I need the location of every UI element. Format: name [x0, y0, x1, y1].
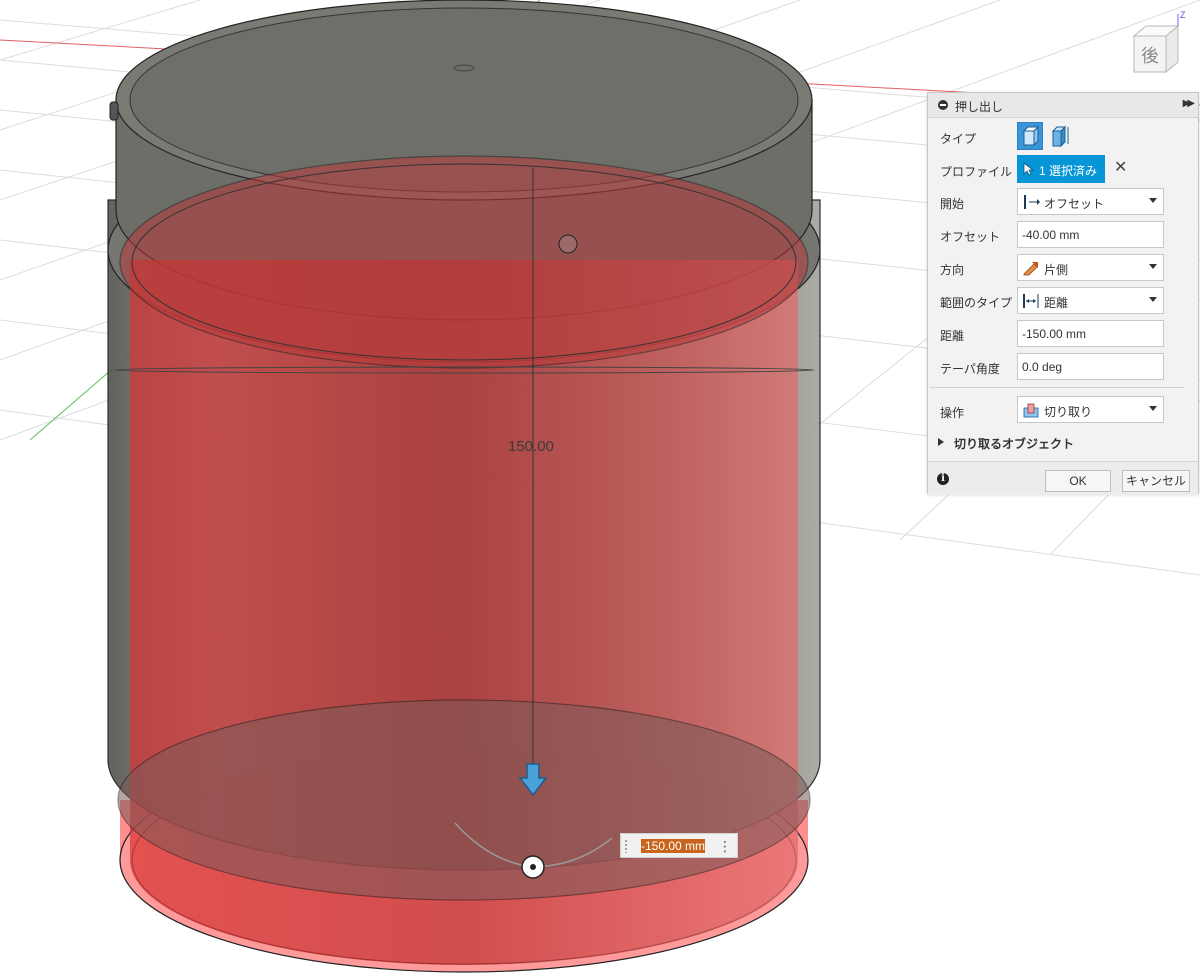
grip-handle-icon[interactable] [624, 839, 629, 853]
offset-value: -40.00 mm [1022, 228, 1080, 242]
expand-icon[interactable]: ▶▶ [1183, 98, 1196, 109]
distance-input-text[interactable]: -150.00 mm [641, 839, 706, 853]
extent-label: 範囲のタイプ [940, 296, 1013, 310]
distance-field[interactable]: -150.00 mm [1017, 320, 1164, 347]
chevron-down-icon [1149, 264, 1157, 269]
direction-dropdown[interactable]: 片側 [1017, 254, 1164, 281]
collapse-icon[interactable] [938, 100, 948, 110]
profile-label: プロファイル [940, 165, 1013, 179]
offset-label: オフセット [940, 230, 1001, 244]
ok-button[interactable]: OK [1045, 470, 1111, 492]
section-divider [930, 387, 1184, 388]
taper-angle-value: 0.0 deg [1022, 360, 1063, 374]
extent-dropdown[interactable]: 距離 [1017, 287, 1164, 314]
chevron-right-icon[interactable] [938, 438, 944, 446]
view-cube[interactable]: Z 後 [1128, 10, 1192, 80]
cancel-button[interactable]: キャンセル [1122, 470, 1190, 492]
taper-angle-input[interactable]: 0.0 deg [1017, 353, 1164, 380]
objects-to-cut-section[interactable]: 切り取るオブジェクト [954, 435, 1074, 452]
direction-value: 片側 [1044, 263, 1069, 277]
chevron-down-icon [1149, 198, 1157, 203]
cursor-arrow-icon [1023, 162, 1035, 176]
dialog-header[interactable]: 押し出し ▶▶ [928, 93, 1198, 118]
distance-value-box[interactable]: -150.00 mm ⋮ [620, 833, 738, 858]
operation-dropdown[interactable]: 切り取り [1017, 396, 1164, 423]
type-solid-button[interactable] [1017, 122, 1043, 150]
operation-value: 切り取り [1044, 405, 1093, 419]
distance-label: 距離 [940, 329, 965, 343]
distance-value: -150.00 mm [1022, 327, 1087, 341]
thin-extrude-icon [1051, 125, 1069, 148]
start-dropdown[interactable]: オフセット [1017, 188, 1164, 215]
info-icon[interactable]: i [937, 473, 949, 485]
type-label: タイプ [940, 132, 977, 146]
chevron-down-icon [1149, 297, 1157, 302]
profile-select-button[interactable]: 1 選択済み [1017, 155, 1105, 183]
extrude-dialog: 押し出し ▶▶ タイプ プロファイル 1 選択済み ✕ 開始 オフセット オフセ… [927, 92, 1199, 495]
profile-select-text: 1 選択済み [1039, 164, 1098, 178]
distance-input[interactable]: -150.00 mm [639, 838, 729, 854]
view-cube-face-back[interactable]: 後 [1134, 38, 1166, 72]
start-label: 開始 [940, 197, 965, 211]
dialog-footer: i OK キャンセル [928, 461, 1198, 495]
chevron-down-icon [1149, 406, 1157, 411]
axis-z-label: Z [1180, 10, 1186, 20]
more-options-icon[interactable]: ⋮ [718, 837, 732, 855]
operation-label: 操作 [940, 406, 965, 420]
dialog-title: 押し出し [955, 100, 1004, 114]
offset-input[interactable]: -40.00 mm [1017, 221, 1164, 248]
type-thin-button[interactable] [1047, 122, 1073, 150]
cut-operation-icon [1023, 403, 1039, 418]
start-value: オフセット [1044, 197, 1105, 211]
pivot-handle-icon[interactable] [521, 855, 545, 879]
distance-extent-icon [1023, 294, 1039, 308]
one-side-direction-icon [1023, 262, 1038, 276]
direction-label: 方向 [940, 263, 965, 277]
hole-feature[interactable] [558, 234, 578, 254]
clear-selection-icon[interactable]: ✕ [1114, 159, 1127, 177]
solid-extrude-icon [1022, 125, 1040, 147]
taper-angle-label: テーパ角度 [940, 362, 1000, 376]
offset-start-icon [1024, 195, 1040, 209]
extent-value: 距離 [1044, 296, 1069, 310]
dimension-label[interactable]: 150.00 [508, 438, 554, 455]
